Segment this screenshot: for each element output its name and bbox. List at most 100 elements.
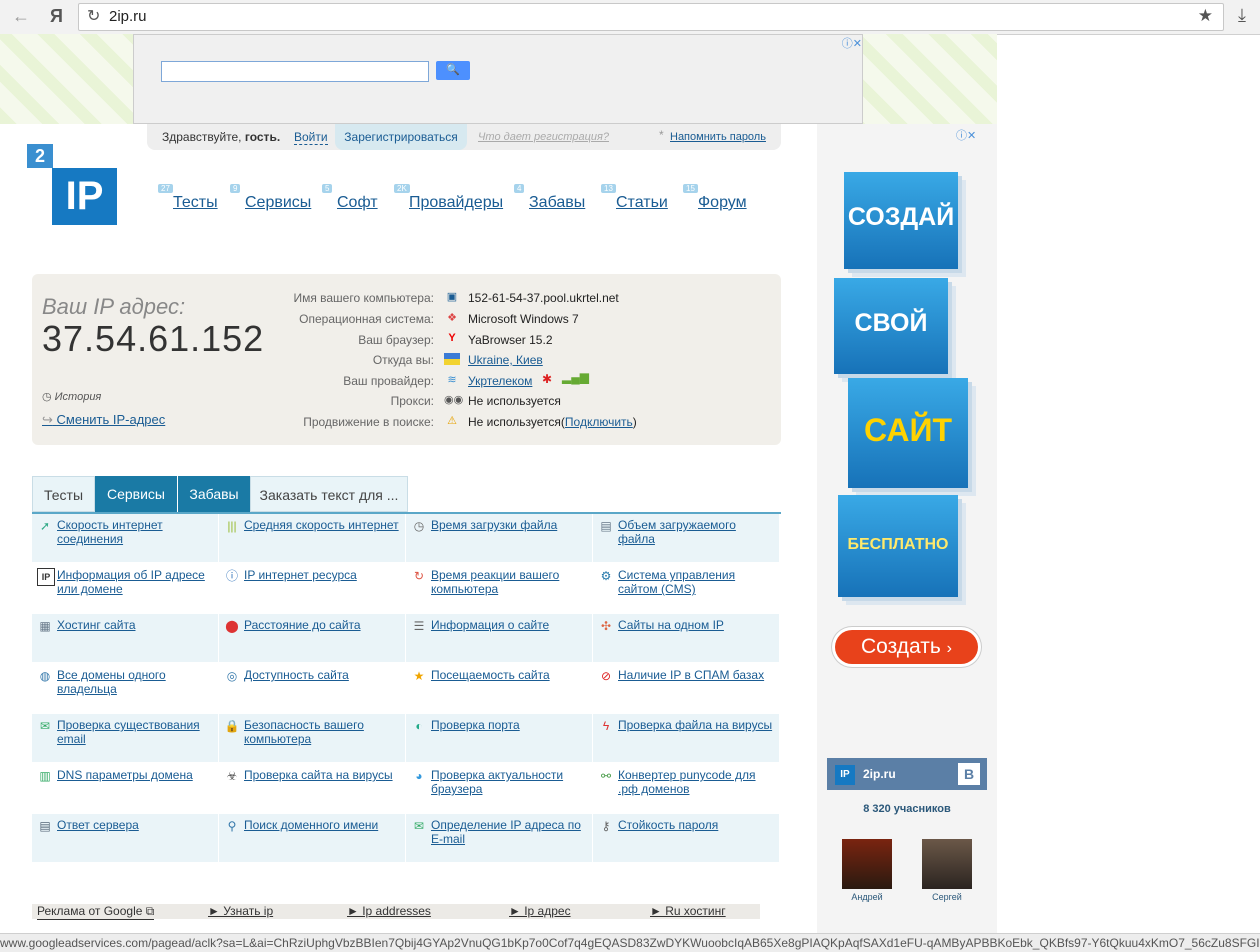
site-info-icon: ☰ xyxy=(413,619,425,633)
service-item[interactable]: ✉ Проверка существования email xyxy=(32,714,218,762)
warning-icon: ⚠ xyxy=(447,415,457,427)
register-link[interactable]: Зарегистрироваться xyxy=(335,124,467,150)
ad-block-free[interactable]: БЕСПЛАТНО xyxy=(838,495,958,597)
ip-info-panel: Ваш IP адрес: 37.54.61.152 ◷ История ↪ С… xyxy=(32,274,781,445)
back-arrow-icon[interactable]: ← xyxy=(12,6,30,27)
avatar-name[interactable]: Сергей xyxy=(917,892,977,902)
computer-icon: ▣ xyxy=(446,291,458,303)
nav-services[interactable]: 9 Сервисы xyxy=(230,184,311,212)
service-item[interactable]: ⓘ IP интернет ресурса xyxy=(219,564,405,612)
connect-link[interactable]: Подключить xyxy=(565,415,633,429)
domains-icon: ◍ xyxy=(39,669,51,683)
ad-block-site[interactable]: САЙТ xyxy=(848,378,968,488)
service-item[interactable]: ⊘ Наличие IP в СПАМ базах xyxy=(593,664,779,712)
ad-link[interactable]: ► Узнать ip xyxy=(208,904,273,918)
ad-info-close-icon[interactable]: ⓘ✕ xyxy=(956,127,976,143)
service-item[interactable]: ||| Средняя скорость интернет xyxy=(219,514,405,562)
service-item[interactable]: ▤ Ответ сервера xyxy=(32,814,218,862)
signal-bars-icon[interactable]: ▂▄▆ xyxy=(562,370,589,384)
service-item[interactable]: ✣ Сайты на одном IP xyxy=(593,614,779,662)
avatar[interactable] xyxy=(842,839,892,889)
service-item[interactable]: ▥ DNS параметры домена xyxy=(32,764,218,812)
bug-icon[interactable]: ✱ xyxy=(542,372,552,386)
service-item[interactable]: ☰ Информация о сайте xyxy=(406,614,592,662)
service-item[interactable]: ▦ Хостинг сайта xyxy=(32,614,218,662)
spam-block-icon: ⊘ xyxy=(600,669,612,683)
create-site-button[interactable]: Создать › xyxy=(835,630,978,664)
group-logo-icon: IP xyxy=(835,765,855,785)
nav-tests[interactable]: 27 Тесты xyxy=(158,184,218,212)
nav-forum[interactable]: 15 Форум xyxy=(683,184,747,212)
ad-search-input[interactable] xyxy=(161,61,429,82)
nav-fun[interactable]: 4 Забавы xyxy=(514,184,585,212)
status-bar: www.googleadservices.com/pagead/aclk?sa=… xyxy=(0,933,1260,952)
port-icon: ◐ xyxy=(415,719,423,733)
service-item[interactable]: ◷ Время загрузки файла xyxy=(406,514,592,562)
address-text[interactable]: 2ip.ru xyxy=(109,8,147,25)
service-item[interactable]: ⚲ Поиск доменного имени xyxy=(219,814,405,862)
ad-info-close-icon[interactable]: ⓘ✕ xyxy=(842,35,862,51)
registration-info-link[interactable]: Что дает регистрация? xyxy=(478,131,609,143)
tab-order-text[interactable]: Заказать текст для ... xyxy=(250,476,408,512)
nav-soft[interactable]: 5 Софт xyxy=(322,184,378,212)
tab-services[interactable]: Сервисы xyxy=(95,476,177,512)
provider-link[interactable]: Укртелеком xyxy=(468,374,532,388)
service-item[interactable]: ⚙ Система управления сайтом (CMS) xyxy=(593,564,779,612)
service-item[interactable]: ◍ Все домены одного владельца xyxy=(32,664,218,712)
ad-block-create[interactable]: СОЗДАЙ xyxy=(844,172,958,269)
service-item[interactable]: ◐ Проверка порта xyxy=(406,714,592,762)
nav-count: 9 xyxy=(230,184,241,193)
tab-fun[interactable]: Забавы xyxy=(178,476,250,512)
service-item[interactable]: ◎ Доступность сайта xyxy=(219,664,405,712)
location-link[interactable]: Ukraine, Киев xyxy=(468,353,543,367)
google-ads-label[interactable]: Реклама от Google ⧉ xyxy=(37,904,155,920)
ad-block-own[interactable]: СВОЙ xyxy=(834,278,948,374)
service-item[interactable]: ⬤ Расстояние до сайта xyxy=(219,614,405,662)
vk-widget-header[interactable]: IP 2ip.ru В xyxy=(827,758,987,790)
nav-count: 27 xyxy=(158,184,173,193)
google-ads-bar: Реклама от Google ⧉ ► Узнать ip ► Ip add… xyxy=(32,904,760,920)
virus-file-icon: ϟ xyxy=(602,719,610,733)
service-item[interactable]: ↻ Время реакции вашего компьютера xyxy=(406,564,592,612)
service-item[interactable]: 🔒 Безопасность вашего компьютера xyxy=(219,714,405,762)
avatar-name[interactable]: Андрей xyxy=(837,892,897,902)
remind-password-link[interactable]: Напомнить пароль xyxy=(670,131,766,143)
ad-link[interactable]: ► Ru хостинг xyxy=(650,904,726,918)
reload-icon[interactable]: ↻ xyxy=(87,6,100,26)
info-row-browser: Ваш браузер: Y YaBrowser 15.2 xyxy=(358,332,553,347)
service-item[interactable]: ◕ Проверка актуальности браузера xyxy=(406,764,592,812)
virus-scan-icon: ☣ xyxy=(226,769,238,783)
star-icon: ★ xyxy=(413,669,425,683)
ip-resource-icon: ⓘ xyxy=(225,569,238,583)
service-item[interactable]: ⚷ Стойкость пароля xyxy=(593,814,779,862)
download-icon[interactable]: ⤓ xyxy=(1238,5,1246,26)
service-item[interactable]: ★ Посещаемость сайта xyxy=(406,664,592,712)
browser-toolbar: ← Я ↻ 2ip.ru ★ ⤓ xyxy=(0,0,1260,35)
ad-link[interactable]: ► Ip addresses xyxy=(347,904,431,918)
service-item[interactable]: ϟ Проверка файла на вирусы xyxy=(593,714,779,762)
server-response-icon: ▤ xyxy=(39,819,51,833)
login-link[interactable]: Войти xyxy=(294,130,328,145)
site-logo[interactable]: 2 IP xyxy=(27,144,117,226)
yandex-logo-icon[interactable]: Я xyxy=(50,6,63,27)
service-item[interactable]: ☣ Проверка сайта на вирусы xyxy=(219,764,405,812)
address-bar[interactable]: ↻ 2ip.ru ★ xyxy=(78,3,1224,31)
bookmark-star-icon[interactable]: ★ xyxy=(1198,6,1213,26)
nav-count: 13 xyxy=(601,184,616,193)
nav-articles[interactable]: 13 Статьи xyxy=(601,184,668,212)
service-item[interactable]: IP Информация об IP адресе или домене xyxy=(32,564,218,612)
ad-link[interactable]: ► Ip адрес xyxy=(509,904,571,918)
avatar[interactable] xyxy=(922,839,972,889)
service-item[interactable]: ▤ Объем загружаемого файла xyxy=(593,514,779,562)
windows-icon: ❖ xyxy=(447,312,457,324)
yandex-browser-icon: Y xyxy=(448,332,456,344)
tab-tests[interactable]: Тесты xyxy=(32,476,95,512)
cms-icon: ⚙ xyxy=(600,569,612,583)
service-item[interactable]: ➚ Скорость интернет соединения xyxy=(32,514,218,562)
hosting-icon: ▦ xyxy=(39,619,51,633)
nav-providers[interactable]: 2K Провайдеры xyxy=(394,184,503,212)
service-item[interactable]: ⚯ Конвертер punycode для .рф доменов xyxy=(593,764,779,812)
info-row-location: Откуда вы: Ukraine, Киев xyxy=(372,353,543,367)
service-item[interactable]: ✉ Определение IP адреса по E-mail xyxy=(406,814,592,862)
ad-search-button[interactable]: 🔍 xyxy=(436,61,470,80)
